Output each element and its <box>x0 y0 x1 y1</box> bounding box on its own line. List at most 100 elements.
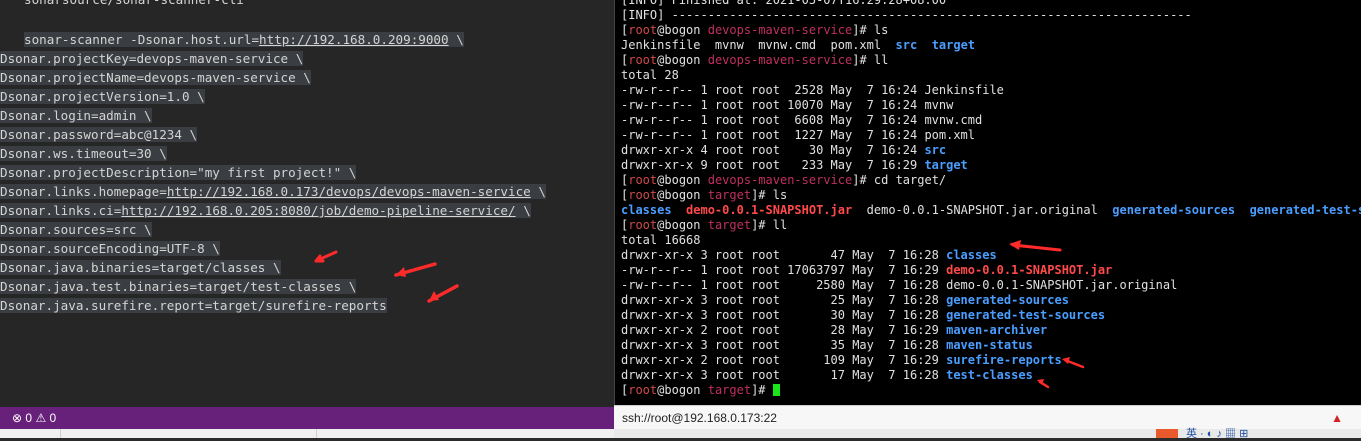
terminal-line: drwxr-xr-x 4 root root 30 May 7 16:24 sr… <box>621 143 946 158</box>
terminal-text: drwxr-xr-x 3 root root 30 May 7 16:28 <box>621 308 947 322</box>
terminal-text: -rw-r--r-- 1 root root 10070 May 7 16:24 <box>621 98 925 112</box>
prompt-dir: target <box>707 188 752 202</box>
file-entry: maven-archiver <box>946 323 1048 337</box>
prompt-user: root <box>628 53 658 67</box>
editor-line: Dsonar.login=admin \ <box>0 106 152 125</box>
file-entry: demo-0.0.1-SNAPSHOT.jar.original <box>866 203 1098 217</box>
terminal-line: drwxr-xr-x 2 root root 28 May 7 16:29 ma… <box>621 323 1047 338</box>
editor-line: Dsonar.ws.timeout=30 \ <box>0 144 167 163</box>
editor-line-text: Dsonar.java.test.binaries=target/test-cl… <box>0 279 357 294</box>
editor-line-text: Dsonar.projectName=devops-maven-service … <box>0 70 311 85</box>
status-bar: ⊗ 0 ⚠ 0 <box>0 407 614 429</box>
bottom-panel-strip <box>0 429 614 438</box>
editor-line: Dsonar.links.homepage=http://192.168.0.1… <box>0 182 546 201</box>
file-entry: mvnw.cmd <box>924 113 983 127</box>
ssh-address: ssh://root@192.168.0.173:22 <box>622 411 777 425</box>
file-entry: generated-test-sour <box>1249 203 1361 217</box>
prompt-user: root <box>628 23 658 37</box>
circle-x-icon: ⊗ <box>12 411 23 425</box>
url-link[interactable]: http://192.168.0.205:8080/job/demo-pipel… <box>121 203 515 218</box>
terminal-text: @bogon <box>657 53 708 67</box>
terminal-text: drwxr-xr-x 2 root root 28 May 7 16:29 <box>621 323 947 337</box>
error-count: 0 <box>25 411 33 425</box>
warning-triangle-icon[interactable]: ▲ <box>1331 406 1343 430</box>
terminal-text: -rw-r--r-- 1 root root 1227 May 7 16:24 <box>621 128 925 142</box>
prompt-dir: devops-maven-service <box>707 173 853 187</box>
terminal-text: drwxr-xr-x 2 root root 109 May 7 16:29 <box>621 353 947 367</box>
file-entry: classes <box>621 203 672 217</box>
editor-line: Dsonar.java.binaries=target/classes \ <box>0 258 281 277</box>
prompt-dir: target <box>707 218 752 232</box>
terminal-text: ]# <box>751 383 773 397</box>
terminal-text: ]# <box>852 173 874 187</box>
code-editor[interactable]: sonarsource/sonar-scanner-cli sonar-scan… <box>0 0 614 407</box>
url-link[interactable]: http://192.168.0.209:9000 <box>259 32 449 47</box>
editor-line: sonar-scanner -Dsonar.host.url=http://19… <box>24 30 464 49</box>
terminal-command: ls <box>873 23 889 37</box>
editor-line: Dsonar.projectName=devops-maven-service … <box>0 68 311 87</box>
annotation-arrow <box>427 284 459 303</box>
terminal-text: drwxr-xr-x 3 root root 47 May 7 16:28 <box>621 248 947 262</box>
terminal-text: ]# <box>852 53 874 67</box>
editor-line: Dsonar.java.surefire.report=target/suref… <box>0 296 387 315</box>
prompt-user: root <box>628 383 658 397</box>
divider <box>60 429 61 438</box>
terminal-line: -rw-r--r-- 1 root root 1227 May 7 16:24 … <box>621 128 975 143</box>
editor-line-text: Dsonar.password=abc@1234 \ <box>0 127 198 142</box>
terminal-prompt: [root@bogon target]# ll <box>621 218 787 233</box>
annotation-arrow <box>1009 240 1062 252</box>
terminal-text: ]# <box>852 23 874 37</box>
ime-s-icon[interactable] <box>1156 429 1178 438</box>
file-entry: demo-0.0.1-SNAPSHOT.jar <box>946 263 1113 277</box>
taskbar: 英 · ◐ ♪ ▦ ⊞ <box>614 428 1361 440</box>
problems-indicator[interactable]: ⊗ 0 ⚠ 0 <box>12 407 56 429</box>
file-entry: src <box>924 143 947 157</box>
terminal-prompt: [root@bogon devops-maven-service]# cd ta… <box>621 173 946 188</box>
editor-line: sonarsource/sonar-scanner-cli <box>24 0 244 9</box>
editor-line-text: Dsonar.login=admin \ <box>0 108 152 123</box>
editor-line-text: Dsonar.projectKey=devops-maven-service \ <box>0 51 304 66</box>
file-entry: generated-sources <box>946 293 1069 307</box>
prompt-dir: devops-maven-service <box>707 53 853 67</box>
prompt-user: root <box>628 188 658 202</box>
terminal-output[interactable]: [INFO] Finished at: 2021-05-07T16:29:28+… <box>614 0 1361 405</box>
editor-line-text: sonar-scanner -Dsonar.host.url=http://19… <box>24 32 464 47</box>
terminal-text: -rw-r--r-- 1 root root 2528 May 7 16:24 <box>621 83 925 97</box>
terminal-text: -rw-r--r-- 1 root root 2580 May 7 16:28 <box>621 278 947 292</box>
file-entry: generated-sources <box>1112 203 1236 217</box>
file-entry: pom.xml <box>924 128 976 142</box>
editor-line-text: Dsonar.projectDescription="my first proj… <box>0 165 357 180</box>
warning-count: 0 <box>49 411 57 425</box>
terminal-prompt: [root@bogon target]# <box>621 383 780 398</box>
terminal-cursor <box>772 384 780 396</box>
editor-line-text: Dsonar.java.surefire.report=target/suref… <box>0 298 387 313</box>
terminal-line: Jenkinsfile mvnw mvnw.cmd pom.xml src ta… <box>621 38 976 52</box>
terminal-text: ]# <box>751 188 773 202</box>
editor-line-text: Dsonar.links.homepage=http://192.168.0.1… <box>0 184 546 199</box>
prompt-dir: target <box>707 383 752 397</box>
annotation-arrow <box>394 262 437 277</box>
editor-line-text: Dsonar.java.binaries=target/classes \ <box>0 260 281 275</box>
terminal-line: drwxr-xr-x 3 root root 17 May 7 16:28 te… <box>621 368 1033 383</box>
editor-line-text: Dsonar.links.ci=http://192.168.0.205:808… <box>0 203 531 218</box>
file-entry: classes <box>946 248 997 262</box>
file-entry: Jenkinsfile <box>924 83 1004 97</box>
terminal-line: -rw-r--r-- 1 root root 17063797 May 7 16… <box>621 263 1112 278</box>
terminal-command: ls <box>772 188 788 202</box>
terminal-text: @bogon <box>657 173 708 187</box>
url-link[interactable]: http://192.168.0.173/devops/devops-maven… <box>167 184 531 199</box>
system-tray[interactable]: 英 · ◐ ♪ ▦ ⊞ <box>1186 425 1248 441</box>
editor-line: Dsonar.password=abc@1234 \ <box>0 125 198 144</box>
editor-line: Dsonar.projectKey=devops-maven-service \ <box>0 49 304 68</box>
terminal-line: total 28 <box>621 68 679 82</box>
editor-line: Dsonar.sourceEncoding=UTF-8 \ <box>0 239 220 258</box>
divider <box>316 429 317 438</box>
terminal-text: @bogon <box>657 383 708 397</box>
annotation-arrow <box>1037 379 1050 389</box>
terminal-text: drwxr-xr-x 3 root root 25 May 7 16:28 <box>621 293 947 307</box>
terminal-line: drwxr-xr-x 9 root root 233 May 7 16:29 t… <box>621 158 968 173</box>
terminal-prompt: [root@bogon devops-maven-service]# ls <box>621 23 888 38</box>
file-entry: test-classes <box>946 368 1033 382</box>
terminal-text: @bogon <box>657 188 708 202</box>
